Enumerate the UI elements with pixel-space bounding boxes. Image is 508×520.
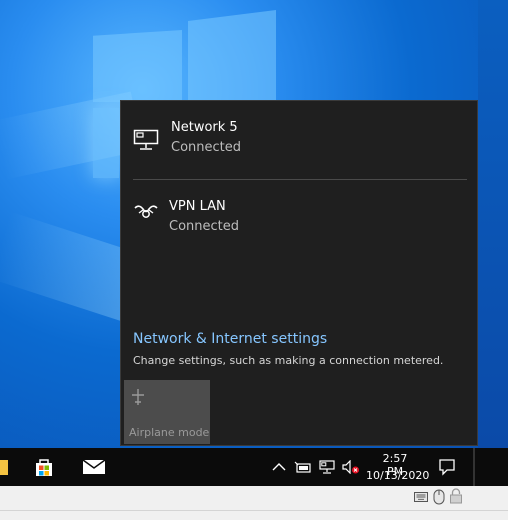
network-status: Connected (169, 219, 240, 234)
file-explorer-icon[interactable] (0, 456, 8, 478)
network-status: Connected (171, 140, 242, 155)
airplane-icon (132, 389, 144, 405)
vm-status-bar (0, 486, 508, 520)
network-item-vpn-lan[interactable]: VPN LAN Connected (121, 187, 477, 257)
divider (133, 179, 467, 180)
network-name: Network 5 (171, 120, 238, 135)
vpn-icon (134, 205, 158, 218)
ethernet-icon (133, 129, 159, 150)
action-center-icon[interactable] (438, 458, 456, 476)
clock-date[interactable]: 10/13/2020 (366, 469, 429, 482)
network-name: VPN LAN (169, 199, 226, 214)
mail-icon[interactable] (82, 456, 106, 478)
status-bar-separator (0, 510, 508, 511)
chevron-up-icon[interactable] (271, 460, 287, 474)
network-flyout: Network 5 Connected VPN LAN Connected Ne… (120, 100, 478, 446)
taskbar: 2:57 PM 10/13/2020 (0, 448, 508, 486)
lock-icon[interactable] (449, 488, 463, 504)
windows-logo-pane (188, 10, 276, 102)
network-item-network-5[interactable]: Network 5 Connected (121, 109, 477, 179)
battery-plug-icon[interactable] (294, 460, 312, 474)
airplane-mode-toggle[interactable]: Airplane mode (124, 380, 210, 444)
airplane-mode-label: Airplane mode (129, 426, 210, 439)
mouse-icon[interactable] (433, 489, 445, 505)
windows-logo-pane (93, 108, 119, 178)
speaker-muted-icon[interactable] (342, 460, 360, 474)
show-desktop-divider (473, 448, 475, 486)
network-icon[interactable] (319, 460, 335, 474)
settings-description: Change settings, such as making a connec… (133, 354, 444, 367)
network-internet-settings-link[interactable]: Network & Internet settings (133, 331, 327, 347)
wallpaper-edge (478, 0, 508, 448)
keyboard-icon[interactable] (414, 491, 428, 503)
microsoft-store-icon[interactable] (33, 456, 55, 478)
windows-logo-pane (93, 30, 182, 102)
